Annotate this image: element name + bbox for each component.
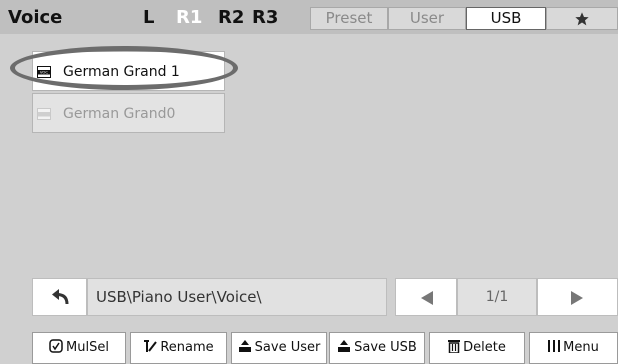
- rename-button[interactable]: Rename: [130, 332, 227, 364]
- save-usb-icon: [338, 340, 351, 352]
- rename-label: Rename: [160, 340, 214, 355]
- menu-bars-icon: [548, 340, 561, 352]
- save-user-button[interactable]: Save User: [231, 332, 327, 364]
- menu-button[interactable]: Menu: [529, 332, 618, 364]
- previous-page-button[interactable]: [395, 278, 457, 316]
- top-bar: Voice L R1 R2 R3 Preset User USB: [0, 0, 618, 34]
- tab-user[interactable]: User: [388, 7, 466, 30]
- tab-preset[interactable]: Preset: [310, 7, 388, 30]
- delete-button[interactable]: Delete: [429, 332, 525, 364]
- next-page-button[interactable]: [537, 278, 618, 316]
- part-r2-button[interactable]: R2: [218, 7, 244, 28]
- triangle-left-icon: [421, 291, 433, 305]
- back-arrow-icon: [52, 289, 69, 305]
- file-name: German Grand0: [63, 106, 176, 122]
- save-user-label: Save User: [254, 340, 321, 355]
- pen-icon: [144, 340, 158, 352]
- delete-label: Delete: [463, 340, 506, 355]
- back-button[interactable]: [32, 278, 87, 316]
- star-icon: [575, 12, 589, 26]
- trash-icon: [448, 340, 461, 353]
- screen-title: Voice: [8, 7, 63, 28]
- menu-label: Menu: [563, 340, 599, 355]
- tab-usb[interactable]: USB: [466, 7, 546, 30]
- multi-select-icon: [49, 339, 63, 353]
- file-item[interactable]: German Grand0: [32, 93, 225, 133]
- part-r1-button[interactable]: R1: [176, 7, 202, 28]
- path-field: USB\Piano User\Voice\: [87, 278, 387, 316]
- mulsel-label: MulSel: [66, 340, 109, 355]
- save-user-icon: [238, 340, 251, 352]
- save-usb-button[interactable]: Save USB: [329, 332, 425, 364]
- part-l-button[interactable]: L: [143, 7, 154, 28]
- voc-file-icon: [37, 108, 51, 120]
- highlight-oval: [10, 46, 238, 90]
- page-indicator: 1/1: [457, 278, 537, 316]
- tab-favorite[interactable]: [546, 7, 618, 30]
- voice-screen: Voice L R1 R2 R3 Preset User USB VOC Ger…: [0, 0, 618, 364]
- mulsel-button[interactable]: MulSel: [32, 332, 126, 364]
- part-r3-button[interactable]: R3: [252, 7, 278, 28]
- save-usb-label: Save USB: [354, 340, 417, 355]
- triangle-right-icon: [571, 291, 583, 305]
